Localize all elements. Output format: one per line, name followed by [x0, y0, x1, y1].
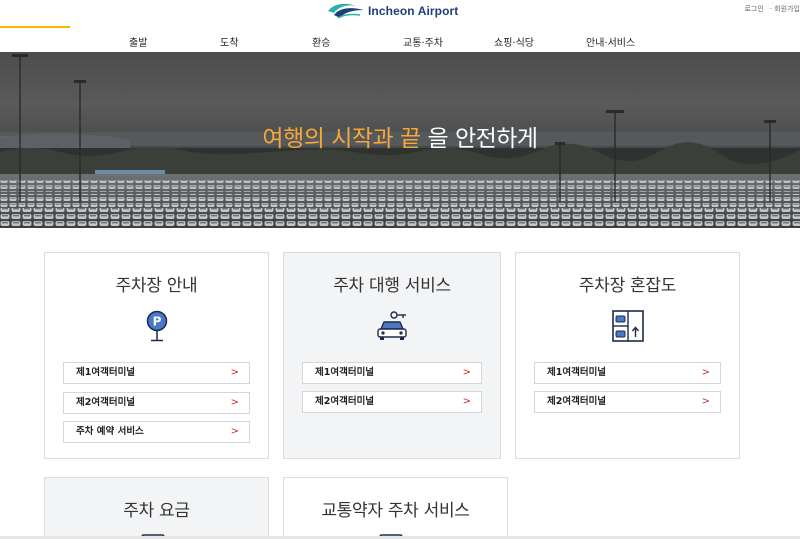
- link-t2-congestion[interactable]: 제2여객터미널 >: [534, 391, 721, 413]
- global-nav: 출발 도착 환승 교통·주차 쇼핑·식당 안내·서비스: [0, 34, 800, 49]
- nav-departure[interactable]: 출발: [129, 34, 147, 49]
- chevron-right-icon: >: [701, 396, 710, 407]
- card-parking-congestion: 주차장 혼잡도 제1여객터미널 > 제2여객터미널 >: [515, 252, 740, 459]
- card-parking-fee[interactable]: 주차 요금: [44, 477, 269, 539]
- parking-sign-icon: P: [146, 310, 167, 342]
- valet-car-key-icon: [377, 311, 407, 340]
- login-link[interactable]: 로그인: [744, 4, 763, 14]
- nav-arrival[interactable]: 도착: [220, 34, 238, 49]
- card-title: 교통약자 주차 서비스: [321, 501, 470, 521]
- link-t1-valet[interactable]: 제1여객터미널 >: [302, 362, 482, 384]
- card-accessible-parking[interactable]: 교통약자 주차 서비스: [283, 477, 508, 539]
- nav-info-service[interactable]: 안내·서비스: [586, 34, 635, 49]
- card-parking-info: 주차장 안내 P 제1여객터미널 > 제2여객터미널 > 주차 예약 서비스 >: [44, 252, 269, 459]
- chevron-right-icon: >: [462, 367, 471, 378]
- logo-swoosh-icon: [326, 1, 366, 21]
- chevron-right-icon: >: [230, 426, 239, 437]
- link-t1-parking[interactable]: 제1여객터미널 >: [63, 362, 250, 384]
- nav-transfer[interactable]: 환승: [312, 34, 330, 49]
- link-t1-congestion[interactable]: 제1여객터미널 >: [534, 362, 721, 384]
- chevron-right-icon: >: [230, 367, 239, 378]
- incheon-airport-logo[interactable]: Incheon Airport: [326, 1, 458, 21]
- link-parking-reservation[interactable]: 주차 예약 서비스 >: [63, 421, 250, 443]
- parking-congestion-icon: [611, 310, 644, 342]
- hero-banner: 여행의 시작과 끝 을 안전하게: [0, 52, 800, 228]
- chevron-right-icon: >: [230, 397, 239, 408]
- logo-text: Incheon Airport: [368, 4, 459, 18]
- hero-title-highlight: 여행의 시작과 끝: [262, 126, 421, 152]
- card-title: 주차장 안내: [115, 276, 198, 296]
- chevron-right-icon: >: [462, 396, 471, 407]
- link-t2-parking[interactable]: 제2여객터미널 >: [63, 392, 250, 414]
- card-valet-service: 주차 대행 서비스 제1여객터미널 > 제2여객터미널 >: [283, 252, 501, 459]
- svg-text:P: P: [152, 315, 161, 329]
- nav-transport-parking[interactable]: 교통·주차: [403, 34, 443, 49]
- nav-shopping-dining[interactable]: 쇼핑·식당: [494, 34, 534, 49]
- accent-line: [0, 26, 70, 28]
- link-t2-valet[interactable]: 제2여객터미널 >: [302, 391, 482, 413]
- hero-title: 여행의 시작과 끝 을 안전하게: [0, 119, 800, 153]
- hero-title-rest: 을 안전하게: [420, 126, 538, 152]
- chevron-right-icon: >: [701, 367, 710, 378]
- join-link[interactable]: · 회원가입: [770, 4, 800, 14]
- card-title: 주차장 혼잡도: [578, 276, 677, 296]
- utility-menu: 로그인 · 회원가입: [744, 4, 800, 14]
- card-title: 주차 요금: [123, 501, 190, 521]
- site-header: Incheon Airport 로그인 · 회원가입 출발 도착 환승 교통·주…: [0, 0, 800, 52]
- card-title: 주차 대행 서비스: [333, 276, 451, 296]
